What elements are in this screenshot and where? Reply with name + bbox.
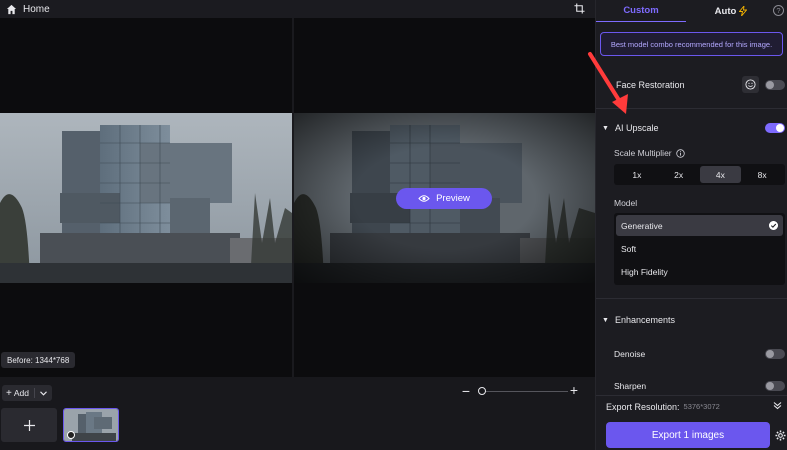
enhancements-header[interactable]: ▼ Enhancements [596,312,787,328]
scale-option-1x[interactable]: 1x [616,166,658,183]
scale-option-8x[interactable]: 8x [741,166,783,183]
scale-option-4x[interactable]: 4x [699,166,742,183]
model-row: Model [596,196,787,210]
image-thumbnail[interactable] [63,408,119,442]
gear-icon[interactable] [775,430,786,441]
add-button-group: + Add [2,385,52,401]
home-button[interactable]: Home [6,4,50,15]
divider [596,298,787,299]
eye-icon [418,195,430,202]
info-icon[interactable] [675,148,685,158]
mode-tabs: Custom Auto ? [596,0,787,24]
preview-label: Preview [436,193,470,204]
zoom-in-button[interactable]: + [568,383,580,397]
preview-button[interactable]: Preview [396,188,492,209]
ai-upscale-toggle[interactable] [765,123,785,133]
export-button[interactable]: Export 1 images [606,422,770,448]
model-option-high-fidelity[interactable]: High Fidelity [616,261,783,282]
model-option-label: High Fidelity [621,266,668,277]
model-option-generative[interactable]: Generative [616,215,783,236]
ai-upscale-label: AI Upscale [614,123,659,133]
sharpen-label: Sharpen [614,381,647,391]
building-photo-before [0,113,292,283]
denoise-row: Denoise [596,346,787,362]
add-image-tile[interactable] [1,408,57,442]
add-button[interactable]: + Add [2,388,34,399]
face-settings-button[interactable] [742,76,759,93]
model-option-label: Generative [621,220,663,231]
zoom-slider-handle[interactable] [478,387,486,395]
export-resolution-row[interactable]: Export Resolution: 5376*3072 [596,395,787,417]
divider [596,108,787,109]
export-resolution-value: 5376*3072 [683,402,720,411]
tab-auto[interactable]: Auto [696,0,766,22]
workspace: Home Preview Before: 1344*768 + Add − + [0,0,595,450]
before-resolution-badge: Before: 1344*768 [1,352,76,368]
model-option-soft[interactable]: Soft [616,238,783,259]
face-restoration-row: Face Restoration [596,76,787,94]
caret-down-icon: ▼ [602,124,609,132]
add-dropdown-button[interactable] [35,390,52,396]
caret-down-icon: ▼ [602,316,609,324]
scale-option-2x[interactable]: 2x [658,166,700,183]
scale-multiplier-row: Scale Multiplier [596,146,787,160]
ai-upscale-header[interactable]: ▼ AI Upscale [596,120,787,136]
smiley-icon [745,79,756,90]
enhancements-label: Enhancements [614,315,675,325]
sharpen-toggle[interactable] [765,381,785,391]
model-option-label: Soft [621,243,637,254]
sharpen-row: Sharpen [596,378,787,394]
model-list: Generative Soft High Fidelity [614,213,785,285]
top-bar: Home [0,0,595,18]
tab-auto-label: Auto [714,5,737,17]
zoom-slider-track[interactable] [480,391,568,392]
image-stage: Preview Before: 1344*768 [0,18,595,377]
help-icon[interactable]: ? [773,5,784,16]
model-label: Model [614,198,638,208]
app-window: Home Preview Before: 1344*768 + Add − + … [0,0,787,450]
settings-panel: Custom Auto ? Best model combo recommend… [595,0,787,450]
tab-custom[interactable]: Custom [596,0,686,22]
denoise-toggle[interactable] [765,349,785,359]
chevron-down-icon [40,390,47,396]
plus-icon: + [6,387,12,399]
zoom-out-button[interactable]: − [460,384,472,398]
home-label: Home [23,3,50,15]
face-restoration-label: Face Restoration [616,80,685,90]
bottom-bar: + Add − + [0,377,595,450]
home-icon [6,4,17,14]
plus-icon [23,419,35,431]
denoise-label: Denoise [614,349,646,359]
export-resolution-label: Export Resolution: [606,401,680,412]
clock-icon [67,431,75,439]
scale-multiplier-label: Scale Multiplier [614,148,672,158]
face-restoration-toggle[interactable] [765,80,785,90]
add-label: Add [13,388,29,398]
check-icon [769,221,778,230]
before-image [0,113,292,283]
lightning-icon [739,6,748,16]
scale-multiplier-selector: 1x 2x 4x 8x [614,164,785,185]
double-chevron-down-icon[interactable] [773,401,782,410]
recommendation-banner[interactable]: Best model combo recommended for this im… [600,32,783,56]
crop-icon[interactable] [574,3,585,14]
